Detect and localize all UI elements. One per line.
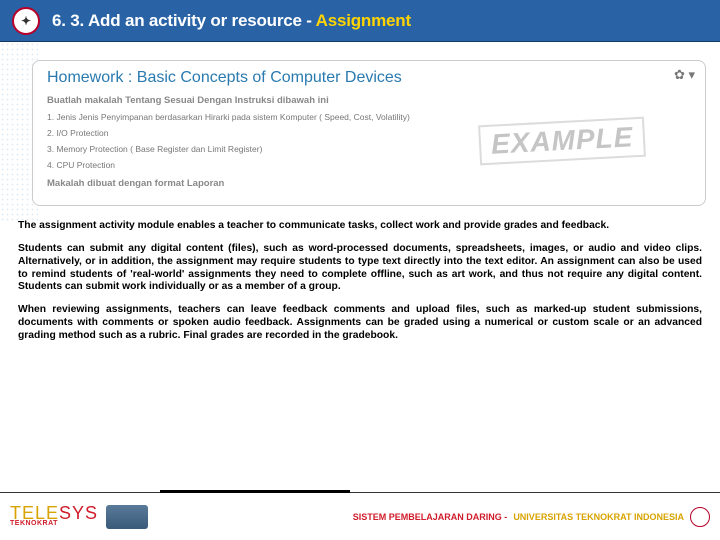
- example-screenshot-card: ✿ ▾ Homework : Basic Concepts of Compute…: [32, 60, 706, 206]
- paragraph-1: The assignment activity module enables a…: [18, 220, 702, 233]
- footer-right: SISTEM PEMBELAJARAN DARING - UNIVERSITAS…: [353, 507, 710, 527]
- title-prefix: 6. 3. Add an activity or resource -: [52, 11, 316, 30]
- footer-tagline-2: UNIVERSITAS TEKNOKRAT INDONESIA: [513, 512, 684, 522]
- paragraph-2: Students can submit any digital content …: [18, 243, 702, 294]
- paragraph-3: When reviewing assignments, teachers can…: [18, 304, 702, 343]
- homework-instruction: Buatlah makalah Tentang Sesuai Dengan In…: [47, 95, 691, 106]
- footer-crest-icon: [690, 507, 710, 527]
- title-highlight: Assignment: [316, 11, 411, 30]
- homework-closing: Makalah dibuat dengan format Laporan: [47, 178, 691, 189]
- footer: TELESYS TEKNOKRAT SISTEM PEMBELAJARAN DA…: [0, 492, 720, 540]
- homework-title: Homework : Basic Concepts of Computer De…: [47, 69, 402, 87]
- page-title: 6. 3. Add an activity or resource - Assi…: [52, 11, 411, 31]
- footer-left: TELESYS TEKNOKRAT: [10, 505, 148, 529]
- example-stamp: EXAMPLE: [478, 117, 646, 166]
- body-content: The assignment activity module enables a…: [0, 214, 720, 343]
- footer-divider: [160, 490, 350, 493]
- logo-part2: SYS: [59, 503, 98, 523]
- telesys-logo: TELESYS TEKNOKRAT: [10, 505, 98, 527]
- logo-subtext: TEKNOKRAT: [10, 521, 98, 527]
- list-item: 4. CPU Protection: [47, 160, 691, 170]
- gear-icon: ✿ ▾: [674, 67, 695, 83]
- device-icon: [106, 505, 148, 529]
- university-crest-icon: ✦: [12, 7, 40, 35]
- footer-tagline-1: SISTEM PEMBELAJARAN DARING -: [353, 512, 508, 522]
- header-bar: ✦ 6. 3. Add an activity or resource - As…: [0, 0, 720, 42]
